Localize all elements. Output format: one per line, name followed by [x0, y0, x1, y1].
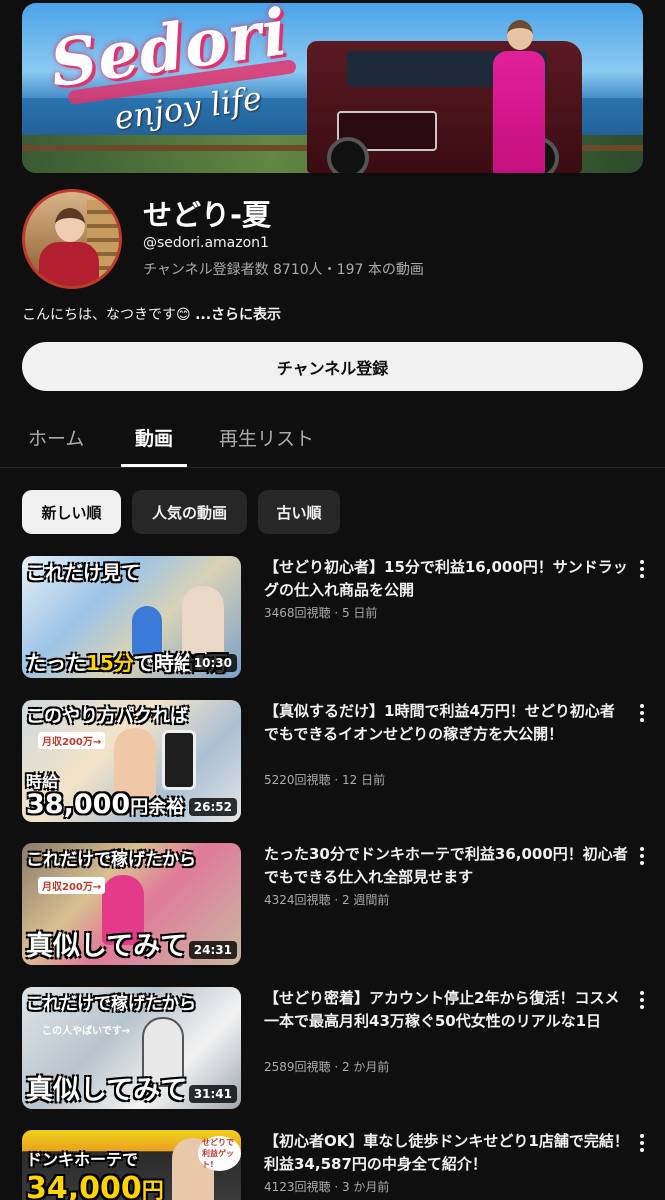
chip-newest[interactable]: 新しい順 — [22, 490, 121, 534]
channel-banner: Sedori enjoy life — [22, 3, 643, 173]
thumb-tag: この人やばいです→ — [42, 1026, 131, 1037]
channel-meta: チャンネル登録者数 8710人・197 本の動画 — [143, 262, 424, 278]
video-title[interactable]: 【真似するだけ】1時間で利益4万円！せどり初心者でもできるイオンせどりの稼ぎ方を… — [264, 700, 629, 746]
channel-name: せどり-夏 — [143, 198, 272, 232]
tab-home[interactable]: ホーム — [28, 424, 84, 451]
tab-playlists[interactable]: 再生リスト — [219, 424, 314, 451]
channel-avatar[interactable] — [22, 189, 122, 289]
thumb-tag: 月収200万→ — [38, 732, 106, 749]
more-options-icon[interactable] — [632, 558, 652, 580]
video-duration: 26:52 — [188, 798, 237, 816]
video-thumbnail[interactable]: これだけで稼げたから 月収200万→ 真似してみて 24:31 — [22, 843, 241, 965]
video-title[interactable]: 【初心者OK】車なし徒歩ドンキせどり1店舗で完結！利益34,587円の中身全て紹… — [264, 1130, 629, 1176]
channel-handle: @sedori.amazon1 — [143, 235, 269, 251]
thumb-caption-top: これだけで稼げたから — [26, 850, 196, 870]
video-meta: 5220回視聴 · 12 日前 — [264, 773, 386, 787]
video-duration: 10:30 — [188, 654, 237, 672]
video-meta: 3468回視聴 · 5 日前 — [264, 606, 378, 620]
more-options-icon[interactable] — [632, 989, 652, 1011]
video-item[interactable]: ドンキホーテで せどりで利益ゲット! 34,000円 【初心者OK】車なし徒歩ド… — [0, 1130, 665, 1200]
tab-videos[interactable]: 動画 — [135, 424, 173, 451]
video-item[interactable]: このやり方パクれば 月収200万→ 時給 38,000円余裕 26:52 【真似… — [0, 700, 665, 825]
video-title[interactable]: 【せどり初心者】15分で利益16,000円！サンドラッグの仕入れ商品を公開 — [264, 556, 629, 602]
show-more-link[interactable]: ...さらに表示 — [195, 307, 281, 323]
thumb-caption-top: これだけ見て — [26, 562, 141, 584]
video-duration: 31:41 — [188, 1085, 237, 1103]
thumb-caption-bottom: 34,000円 — [26, 1171, 164, 1200]
channel-description[interactable]: こんにちは、なつきです😊 ...さらに表示 — [22, 304, 281, 324]
thumb-tag: せどりで利益ゲット! — [198, 1136, 241, 1171]
more-options-icon[interactable] — [632, 1132, 652, 1154]
more-options-icon[interactable] — [632, 845, 652, 867]
video-thumbnail[interactable]: これだけで稼げたから この人やばいです→ 真似してみて 31:41 — [22, 987, 241, 1109]
video-thumbnail[interactable]: このやり方パクれば 月収200万→ 時給 38,000円余裕 26:52 — [22, 700, 241, 822]
channel-tabs: ホーム 動画 再生リスト — [0, 410, 665, 468]
subscribe-button[interactable]: チャンネル登録 — [22, 342, 643, 391]
chip-oldest[interactable]: 古い順 — [258, 490, 340, 534]
video-thumbnail[interactable]: これだけ見て たった15分で時給1万 10:30 — [22, 556, 241, 678]
video-title[interactable]: 【せどり密着】アカウント停止2年から復活！コスメ一本で最高月利43万稼ぐ50代女… — [264, 987, 629, 1033]
banner-person-image — [487, 15, 547, 173]
thumb-caption-bottom: 真似してみて — [26, 931, 188, 962]
video-title[interactable]: たった30分でドンキホーテで利益36,000円！初心者でもできる仕入れ全部見せま… — [264, 843, 629, 889]
thumb-caption-top: このやり方パクれば — [26, 706, 188, 727]
video-meta: 4123回視聴 · 3 か月前 — [264, 1180, 390, 1194]
thumb-caption-bottom: 真似してみて — [26, 1075, 188, 1106]
video-item[interactable]: これだけで稼げたから 月収200万→ 真似してみて 24:31 たった30分でド… — [0, 843, 665, 968]
video-meta: 2589回視聴 · 2 か月前 — [264, 1060, 390, 1074]
video-item[interactable]: これだけで稼げたから この人やばいです→ 真似してみて 31:41 【せどり密着… — [0, 987, 665, 1112]
more-options-icon[interactable] — [632, 702, 652, 724]
thumb-tag: 月収200万→ — [38, 877, 106, 894]
video-duration: 24:31 — [188, 941, 237, 959]
chip-popular[interactable]: 人気の動画 — [132, 490, 247, 534]
video-thumbnail[interactable]: ドンキホーテで せどりで利益ゲット! 34,000円 — [22, 1130, 241, 1200]
video-item[interactable]: これだけ見て たった15分で時給1万 10:30 【せどり初心者】15分で利益1… — [0, 556, 665, 681]
active-tab-indicator — [121, 464, 187, 467]
description-text: こんにちは、なつきです😊 — [22, 307, 191, 323]
video-meta: 4324回視聴 · 2 週間前 — [264, 893, 390, 907]
thumb-caption-bottom: 38,000円余裕 — [26, 789, 185, 820]
thumb-caption-top: これだけで稼げたから — [26, 994, 196, 1014]
